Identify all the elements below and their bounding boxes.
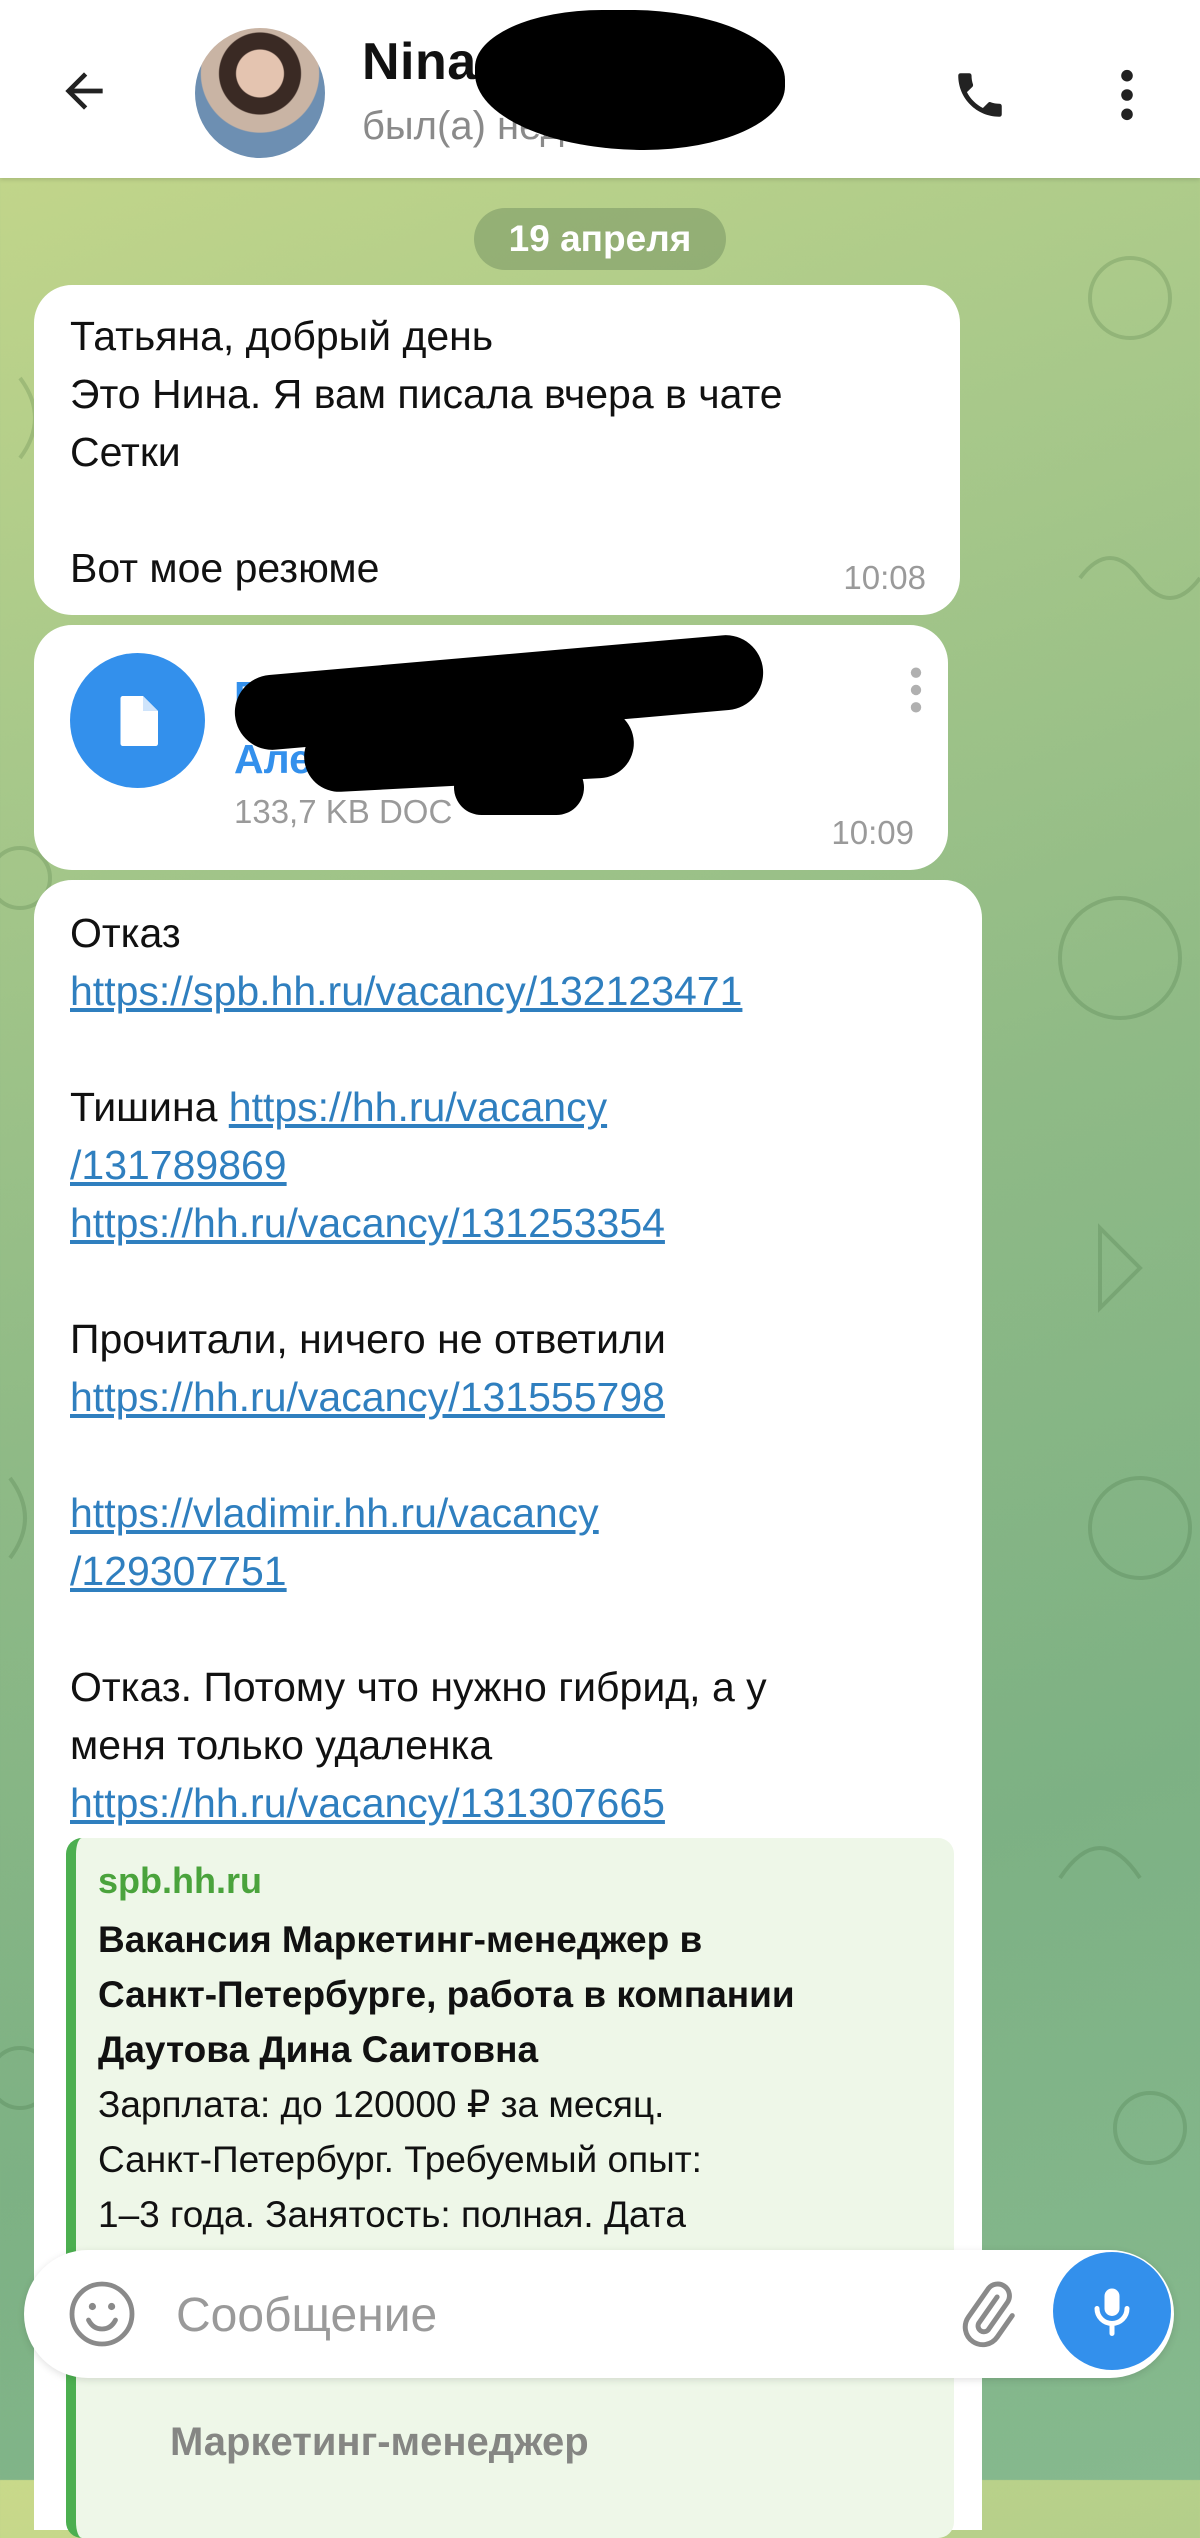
preview-image-text: Маркетинг-менеджер bbox=[170, 2420, 589, 2464]
message-text: Татьяна, добрый день Это Нина. Я вам пис… bbox=[70, 313, 783, 591]
file-meta: 133,7 KB DOC bbox=[234, 793, 453, 830]
vacancy-link[interactable]: https://vladimir.hh.ru/vacancy bbox=[70, 1484, 950, 1542]
date-separator: 19 апреля bbox=[474, 208, 726, 270]
avatar[interactable] bbox=[195, 28, 325, 158]
preview-title: Вакансия Маркетинг-менеджер в Санкт-Пете… bbox=[98, 1919, 795, 2070]
file-icon bbox=[120, 695, 158, 746]
message-composer bbox=[24, 2250, 1174, 2378]
back-button[interactable] bbox=[48, 55, 120, 127]
call-button[interactable] bbox=[940, 55, 1020, 135]
message-text: Отказ bbox=[70, 910, 181, 956]
more-vert-icon bbox=[1121, 69, 1133, 121]
emoji-icon bbox=[69, 2281, 135, 2347]
vacancy-link[interactable]: https://spb.hh.ru/vacancy/132123471 bbox=[70, 962, 950, 1020]
vacancy-link[interactable]: /131789869 bbox=[70, 1136, 950, 1194]
emoji-button[interactable] bbox=[62, 2274, 142, 2354]
phone-icon bbox=[958, 73, 1002, 117]
mic-icon bbox=[1094, 2288, 1130, 2336]
message-text: Отказ. Потому что нужно гибрид, а у bbox=[70, 1664, 767, 1710]
vacancy-link[interactable]: https://hh.ru/vacancy bbox=[229, 1084, 607, 1130]
message-input[interactable] bbox=[174, 2274, 928, 2356]
more-vert-icon bbox=[910, 667, 922, 713]
preview-site: spb.hh.ru bbox=[98, 1860, 262, 1901]
voice-record-button[interactable] bbox=[1053, 2252, 1171, 2370]
redaction-mark bbox=[454, 760, 584, 815]
vacancy-link[interactable]: https://hh.ru/vacancy/131253354 bbox=[70, 1194, 950, 1252]
message-text: Тишина bbox=[70, 1084, 229, 1130]
file-message-bubble[interactable]: Б Але на (3).doc 133,7 KB DOC 10:09 bbox=[34, 625, 948, 870]
vacancy-link[interactable]: https://hh.ru/vacancy/131555798 bbox=[70, 1368, 950, 1426]
vacancy-link[interactable]: /129307751 bbox=[70, 1542, 950, 1600]
message-time: 10:08 bbox=[843, 559, 926, 596]
more-options-button[interactable] bbox=[1090, 55, 1164, 135]
file-download-button[interactable] bbox=[70, 653, 205, 788]
redaction-mark bbox=[600, 60, 760, 140]
attach-button[interactable] bbox=[944, 2272, 1030, 2358]
back-arrow-icon bbox=[65, 72, 103, 110]
message-text: меня только удаленка bbox=[70, 1722, 493, 1768]
attach-icon bbox=[962, 2281, 1015, 2348]
message-text: Прочитали, ничего не ответили bbox=[70, 1316, 666, 1362]
message-time: 10:09 bbox=[831, 814, 914, 851]
file-menu-button[interactable] bbox=[896, 655, 936, 725]
preview-description: Зарплата: до 120000 ₽ за месяц. Санкт-Пе… bbox=[98, 2084, 702, 2235]
message-bubble[interactable]: Татьяна, добрый день Это Нина. Я вам пис… bbox=[34, 285, 960, 615]
chat-header: Nina Gris был(а) недавно bbox=[0, 0, 1200, 178]
vacancy-link[interactable]: https://hh.ru/vacancy/131307665 bbox=[70, 1774, 950, 1832]
